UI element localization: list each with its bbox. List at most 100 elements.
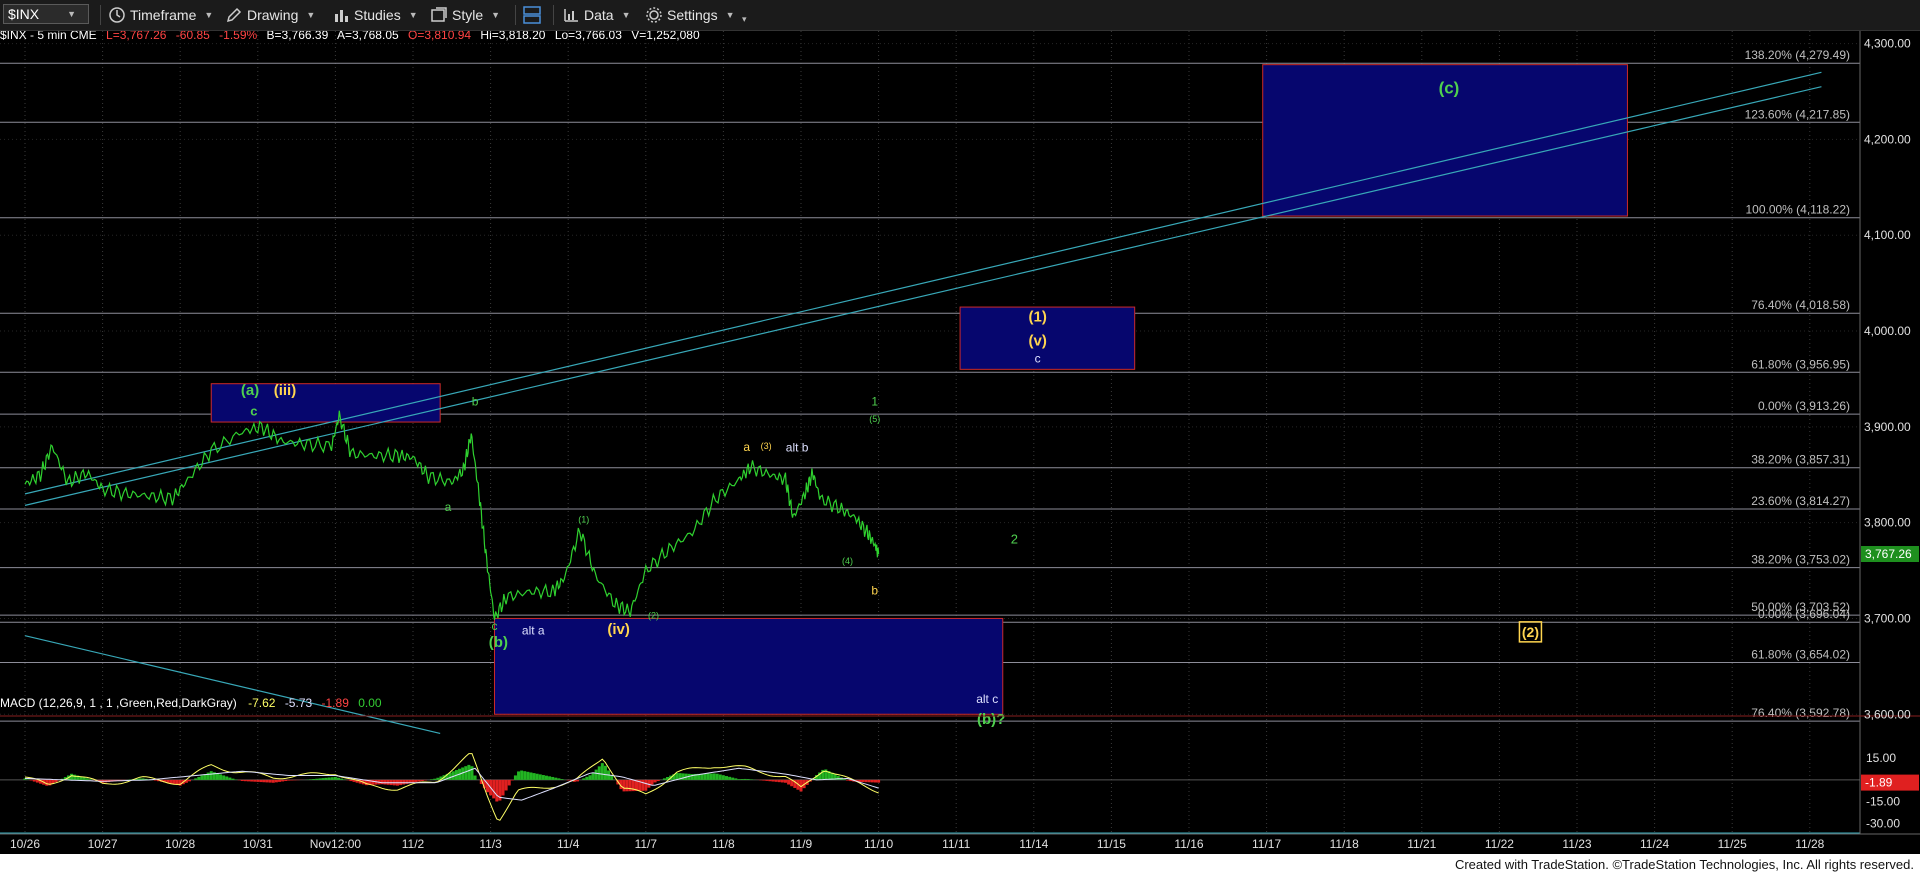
- pencil-icon: [226, 7, 242, 23]
- macd-tick-label: -30.00: [1866, 816, 1900, 830]
- macd-tick-label: 15.00: [1866, 751, 1896, 765]
- header-change: -60.85: [176, 31, 210, 42]
- wave-label: a: [743, 440, 750, 454]
- style-button[interactable]: Style ▼: [430, 4, 500, 26]
- price-tick-label: 4,200.00: [1864, 132, 1911, 146]
- wave-label: b: [871, 583, 878, 597]
- date-tick-label: 10/27: [88, 837, 118, 851]
- header-pct: -1.59%: [219, 31, 257, 42]
- price-tick-label: 4,100.00: [1864, 228, 1911, 242]
- wave-label: (iii): [274, 382, 297, 399]
- date-tick-label: 11/8: [712, 837, 735, 851]
- price-chart[interactable]: 138.20% (4,279.49) 123.60% (4,217.85) 100.…: [0, 31, 1920, 854]
- gear-icon: [646, 7, 662, 23]
- wave-label: (b): [489, 634, 508, 651]
- drawing-button[interactable]: Drawing ▼: [225, 4, 315, 26]
- studies-icon: [335, 10, 348, 22]
- settings-label: Settings: [667, 7, 718, 23]
- data-button[interactable]: Data ▼: [562, 4, 631, 26]
- studies-button[interactable]: Studies ▼: [332, 4, 418, 26]
- date-tick-label: 11/10: [864, 837, 893, 851]
- separator: [100, 5, 101, 25]
- header-low: Lo=3,766.03: [555, 31, 622, 42]
- fib-level-label: 0.00% (3,913.26): [1758, 399, 1850, 413]
- date-tick-label: 11/7: [635, 837, 658, 851]
- date-tick-label: 11/28: [1795, 837, 1824, 851]
- fib-level-label: 61.80% (3,654.02): [1751, 647, 1850, 661]
- date-tick-label: 11/25: [1718, 837, 1747, 851]
- header-high: Hi=3,818.20: [480, 31, 545, 42]
- wave-label: (iv): [607, 621, 630, 638]
- fib-level-label: 123.60% (4,217.85): [1745, 107, 1850, 121]
- macd-value-3: -1.89: [322, 696, 350, 710]
- price-tick-label: 3,800.00: [1864, 516, 1911, 530]
- layout-icon: [523, 6, 541, 24]
- wave-label: (4): [842, 556, 853, 566]
- clock-icon: [109, 7, 125, 23]
- wave-label: (5): [869, 414, 880, 424]
- drawing-label: Drawing: [247, 7, 299, 23]
- price-tick-label: 4,300.00: [1864, 37, 1911, 51]
- more-menu-button[interactable]: ▾: [742, 8, 747, 30]
- target-zone-box: [493, 617, 1004, 715]
- date-tick-label: 11/14: [1019, 837, 1048, 851]
- date-tick-label: 11/18: [1330, 837, 1359, 851]
- wave-label-boxed: (2): [1522, 624, 1539, 640]
- date-tick-label: 10/28: [165, 837, 195, 851]
- fib-level-label: 100.00% (4,118.22): [1745, 203, 1850, 217]
- macd-label: MACD (12,26,9, 1 , 1 ,Green,Red,DarkGray…: [0, 696, 237, 710]
- wave-label: alt b: [786, 441, 809, 455]
- price-tick-label: 3,900.00: [1864, 420, 1911, 434]
- header-ask: A=3,768.05: [337, 31, 399, 42]
- data-label: Data: [584, 7, 614, 23]
- date-tick-label: 10/31: [243, 837, 273, 851]
- studies-label: Studies: [354, 7, 401, 23]
- fib-level-label: 138.20% (4,279.49): [1745, 48, 1850, 62]
- wave-label: (2): [648, 610, 659, 620]
- date-tick-label: 11/4: [557, 837, 580, 851]
- wave-label: (c): [1439, 78, 1460, 97]
- date-tick-label: 11/22: [1485, 837, 1514, 851]
- chevron-down-icon: ▼: [67, 9, 77, 19]
- footer-text: Created with TradeStation. ©TradeStation…: [1454, 857, 1914, 872]
- fib-level-label: 23.60% (3,814.27): [1751, 494, 1850, 508]
- macd-value-label: -1.89: [1865, 776, 1893, 790]
- date-tick-label: 11/21: [1407, 837, 1436, 851]
- settings-button[interactable]: Settings ▼: [645, 4, 735, 26]
- date-tick-label: 11/9: [790, 837, 813, 851]
- fib-level-label: 76.40% (4,018.58): [1751, 298, 1850, 312]
- last-price-label: 3,767.26: [1865, 547, 1912, 561]
- timeframe-button[interactable]: Timeframe ▼: [108, 4, 213, 26]
- separator: [515, 5, 516, 25]
- price-tick-label: 4,000.00: [1864, 324, 1911, 338]
- date-tick-label: 11/15: [1097, 837, 1126, 851]
- macd-tick-label: -15.00: [1866, 795, 1900, 809]
- timeframe-label: Timeframe: [130, 7, 197, 23]
- wave-label: c: [1035, 352, 1041, 366]
- date-tick-label: 11/2: [402, 837, 425, 851]
- wave-label: (a): [241, 382, 259, 399]
- wave-label: 2: [1011, 532, 1018, 547]
- price-tick-label: 3,600.00: [1864, 707, 1911, 721]
- macd-value-4: 0.00: [358, 696, 382, 710]
- date-tick-label: 11/3: [479, 837, 502, 851]
- symbol-selector[interactable]: $INX ▼: [3, 4, 89, 24]
- wave-label: a: [445, 500, 452, 514]
- wave-label: 1: [871, 395, 878, 409]
- wave-label: (b)?: [977, 711, 1005, 728]
- wave-label: alt c: [976, 692, 998, 706]
- date-tick-label: 11/24: [1640, 837, 1669, 851]
- data-chart-icon: [564, 9, 578, 22]
- fib-level-label: 38.20% (3,857.31): [1751, 453, 1850, 467]
- fib-level-label: 0.00% (3,696.04): [1758, 607, 1850, 621]
- header-volume: V=1,252,080: [631, 31, 700, 42]
- target-zone-box: [959, 306, 1136, 370]
- wave-label: (3): [761, 441, 772, 451]
- toolbar: $INX ▼ Timeframe ▼ Drawing ▼ Studies ▼ S…: [0, 0, 1920, 31]
- style-icon: [431, 7, 447, 22]
- chevron-down-icon: ▼: [621, 10, 631, 20]
- style-label: Style: [452, 7, 484, 23]
- layout-button[interactable]: [522, 4, 542, 26]
- header-open: O=3,810.94: [408, 31, 471, 42]
- macd-value-2: -5.73: [285, 696, 313, 710]
